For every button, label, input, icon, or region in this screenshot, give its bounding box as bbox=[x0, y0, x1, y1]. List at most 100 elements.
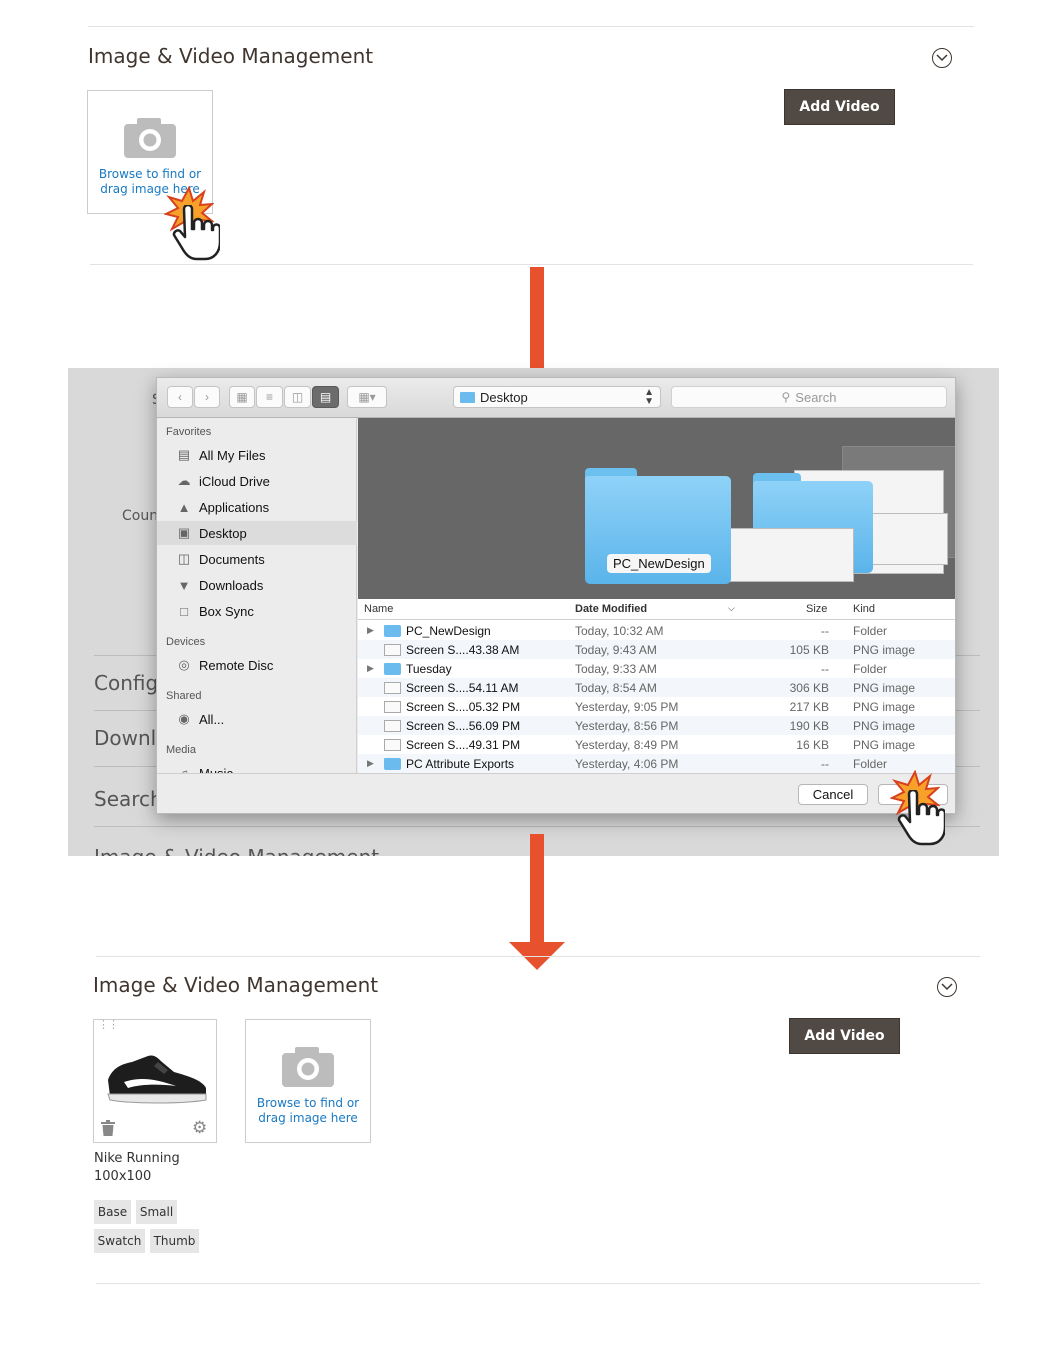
disclosure-triangle-icon[interactable]: ▶ bbox=[367, 625, 374, 636]
dialog-toolbar: ‹ › ▦ ≡ ◫ ▤ ▦▾ Desktop ▲ ▼ ⚲ Search bbox=[157, 378, 955, 418]
sidebar-header-media: Media bbox=[166, 744, 196, 756]
image-upload-dropzone[interactable]: Browse to find or drag image here bbox=[245, 1019, 371, 1143]
file-size: 105 KB bbox=[789, 643, 829, 657]
file-kind: PNG image bbox=[853, 681, 916, 695]
file-row[interactable]: Screen S....49.31 PM Yesterday, 8:49 PM 16… bbox=[358, 735, 955, 754]
file-date: Today, 10:32 AM bbox=[575, 624, 664, 638]
trash-icon[interactable] bbox=[101, 1120, 115, 1141]
column-size[interactable]: Size bbox=[806, 603, 827, 615]
file-size: 16 KB bbox=[796, 738, 829, 752]
sidebar-item-documents[interactable]: ◫ Documents bbox=[157, 547, 357, 571]
disclosure-triangle-icon[interactable]: ▶ bbox=[367, 663, 374, 674]
sidebar-item-label: Applications bbox=[199, 499, 270, 515]
drag-handle-icon[interactable]: ⋮⋮ bbox=[98, 1020, 119, 1031]
product-image-tile[interactable]: ⋮⋮ ⚙ bbox=[93, 1019, 217, 1143]
list-view-button[interactable]: ≡ bbox=[256, 386, 283, 408]
bottom-panel-top-divider bbox=[96, 956, 980, 957]
search-field[interactable]: ⚲ Search bbox=[671, 386, 947, 408]
image-dimensions: 100x100 bbox=[94, 1169, 152, 1184]
browse-text-line-1[interactable]: Browse to find or bbox=[88, 167, 212, 182]
file-name: Screen S....54.11 AM bbox=[406, 681, 519, 695]
sidebar-item-label: Remote Disc bbox=[199, 657, 274, 673]
folder-icon bbox=[384, 663, 401, 675]
folder-icon bbox=[384, 758, 401, 770]
sidebar-header-shared: Shared bbox=[166, 690, 202, 702]
forward-button[interactable]: › bbox=[194, 386, 220, 408]
file-size: 306 KB bbox=[789, 681, 829, 695]
file-name: Screen S....56.09 PM bbox=[406, 719, 521, 733]
search-icon: ⚲ bbox=[781, 390, 791, 404]
sidebar-item-box-sync[interactable]: □ Box Sync bbox=[157, 599, 357, 623]
file-row[interactable]: ▶ Tuesday Today, 9:33 AM -- Folder bbox=[358, 659, 955, 678]
cancel-button[interactable]: Cancel bbox=[798, 784, 868, 805]
browse-text-line-2[interactable]: drag image here bbox=[246, 1111, 370, 1126]
browse-link[interactable]: Browse to find or drag image here bbox=[246, 1096, 370, 1126]
bg-label-search: Search bbox=[94, 787, 163, 811]
downloads-icon: ▼ bbox=[177, 577, 191, 593]
sidebar-item-downloads[interactable]: ▼ Downloads bbox=[157, 573, 357, 597]
coverflow-preview: PC_NewDesign bbox=[358, 418, 955, 599]
file-row[interactable]: ▶ PC_NewDesign Today, 10:32 AM -- Folder bbox=[358, 621, 955, 640]
sidebar-item-label: Desktop bbox=[199, 525, 247, 541]
documents-icon: ◫ bbox=[177, 551, 191, 566]
file-date: Today, 9:43 AM bbox=[575, 643, 657, 657]
column-date-modified[interactable]: Date Modified bbox=[575, 603, 647, 615]
file-row[interactable]: Screen S....56.09 PM Yesterday, 8:56 PM 19… bbox=[358, 716, 955, 735]
role-tag-base: Base bbox=[94, 1200, 131, 1224]
camera-icon bbox=[123, 116, 177, 165]
column-view-button[interactable]: ◫ bbox=[284, 386, 311, 408]
file-row[interactable]: ▶ PC Attribute Exports Yesterday, 4:06 PM -… bbox=[358, 754, 955, 773]
coverflow-view-button[interactable]: ▤ bbox=[312, 386, 339, 408]
collapse-chevron-icon[interactable] bbox=[937, 977, 957, 997]
top-divider bbox=[88, 26, 974, 27]
hand-cursor-icon bbox=[895, 788, 947, 853]
gear-icon[interactable]: ⚙ bbox=[192, 1119, 207, 1136]
file-size: -- bbox=[821, 662, 829, 676]
section-title-top: Image & Video Management bbox=[88, 44, 374, 68]
location-label: Desktop bbox=[480, 389, 528, 405]
sidebar-item-label: All... bbox=[199, 711, 225, 727]
desktop-icon: ▣ bbox=[177, 525, 191, 540]
file-open-dialog: ‹ › ▦ ≡ ◫ ▤ ▦▾ Desktop ▲ ▼ ⚲ Search Favor… bbox=[156, 377, 956, 814]
back-button[interactable]: ‹ bbox=[167, 386, 193, 408]
icon-view-button[interactable]: ▦ bbox=[229, 386, 255, 408]
folder-icon: □ bbox=[180, 603, 188, 619]
sidebar-item-icloud-drive[interactable]: ☁ iCloud Drive bbox=[157, 469, 357, 493]
file-size: 217 KB bbox=[789, 700, 829, 714]
file-row[interactable]: Screen S....43.38 AM Today, 9:43 AM 105 KB… bbox=[358, 640, 955, 659]
sidebar-item-desktop[interactable]: ▣ Desktop bbox=[157, 521, 357, 545]
png-file-icon bbox=[384, 739, 401, 751]
add-video-button[interactable]: Add Video bbox=[789, 1018, 900, 1054]
hand-cursor-icon bbox=[170, 203, 222, 268]
bg-label-config: Config bbox=[94, 671, 159, 695]
file-row[interactable]: Screen S....54.11 AM Today, 8:54 AM 306 KB… bbox=[358, 678, 955, 697]
preview-thumbnail bbox=[728, 528, 854, 582]
sidebar-item-remote-disc[interactable]: ◎ Remote Disc bbox=[157, 653, 357, 677]
sort-chevron-icon: ⌵ bbox=[728, 603, 735, 613]
shoe-image bbox=[102, 1050, 212, 1111]
png-file-icon bbox=[384, 682, 401, 694]
file-name: Screen S....05.32 PM bbox=[406, 700, 521, 714]
sidebar-item-shared-all[interactable]: ◉ All... bbox=[157, 707, 357, 731]
file-name: PC Attribute Exports bbox=[406, 757, 515, 771]
sidebar-item-label: Documents bbox=[199, 551, 265, 567]
location-popup[interactable]: Desktop ▲ ▼ bbox=[453, 386, 661, 408]
file-name: Tuesday bbox=[406, 662, 452, 676]
browse-text-line-1[interactable]: Browse to find or bbox=[246, 1096, 370, 1111]
add-video-button[interactable]: Add Video bbox=[784, 89, 895, 125]
column-kind[interactable]: Kind bbox=[853, 603, 875, 615]
arrow-down-icon bbox=[509, 834, 565, 970]
column-name[interactable]: Name bbox=[364, 603, 393, 615]
sidebar-item-applications[interactable]: ▲ Applications bbox=[157, 495, 357, 519]
all-files-icon: ▤ bbox=[177, 447, 191, 462]
file-name: Screen S....43.38 AM bbox=[406, 643, 520, 657]
file-row[interactable]: Screen S....05.32 PM Yesterday, 9:05 PM 21… bbox=[358, 697, 955, 716]
arrange-button[interactable]: ▦▾ bbox=[347, 386, 387, 408]
png-file-icon bbox=[384, 644, 401, 656]
collapse-chevron-icon[interactable] bbox=[932, 48, 952, 68]
png-file-icon bbox=[384, 701, 401, 713]
sidebar-item-all-my-files[interactable]: ▤ All My Files bbox=[157, 443, 357, 467]
folder-icon bbox=[384, 625, 401, 637]
disclosure-triangle-icon[interactable]: ▶ bbox=[367, 758, 374, 769]
sidebar-item-label: iCloud Drive bbox=[199, 473, 270, 489]
